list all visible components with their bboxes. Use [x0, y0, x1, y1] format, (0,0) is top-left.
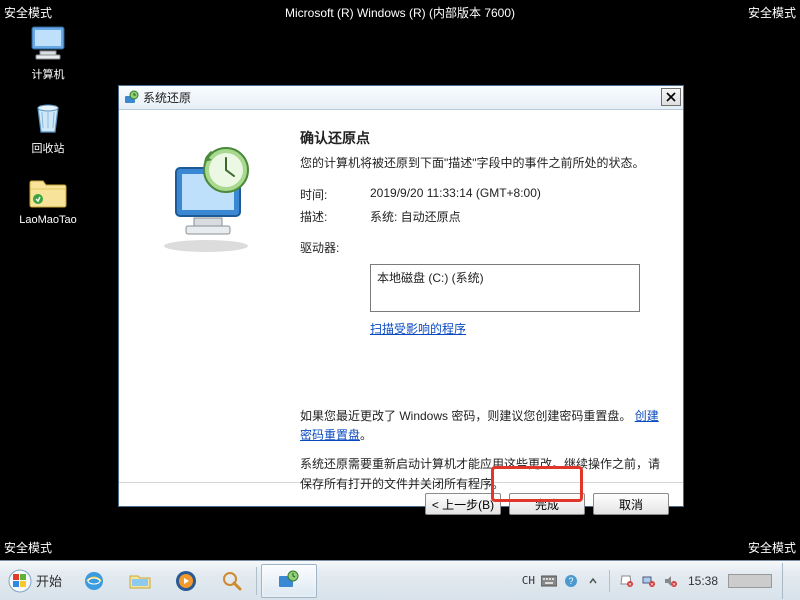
back-button[interactable]: < 上一步(B): [425, 493, 501, 515]
keyboard-icon[interactable]: [541, 573, 557, 589]
advice1-post: 。: [360, 428, 372, 442]
show-desktop-button[interactable]: [782, 563, 792, 599]
restore-icon: [123, 90, 139, 106]
system-restore-dialog: 系统还原: [118, 85, 684, 507]
scan-affected-link[interactable]: 扫描受影响的程序: [370, 320, 466, 337]
drives-row: 驱动器:: [300, 239, 665, 256]
desktop-icons: 计算机 回收站 LaoMaoTao: [12, 24, 84, 226]
recycle-icon: [24, 98, 72, 138]
date-placeholder: [728, 574, 772, 588]
start-label: 开始: [36, 571, 62, 590]
svg-text:✕: ✕: [628, 582, 632, 588]
volume-icon[interactable]: ✕: [662, 573, 678, 589]
desktop-icon-recycle[interactable]: 回收站: [12, 98, 84, 156]
desc-label: 描述:: [300, 208, 370, 225]
computer-icon: [24, 24, 72, 64]
safe-mode-tl: 安全模式: [4, 4, 52, 21]
desc-value: 系统: 自动还原点: [370, 208, 461, 225]
desktop-icon-laomaotao[interactable]: LaoMaoTao: [12, 172, 84, 226]
finish-button[interactable]: 完成: [509, 493, 585, 515]
tray-separator: [609, 570, 610, 592]
titlebar[interactable]: 系统还原: [119, 86, 683, 110]
time-label: 时间:: [300, 186, 370, 203]
drives-label: 驱动器:: [300, 239, 370, 256]
os-build-label: Microsoft (R) Windows (R) (内部版本 7600): [285, 4, 515, 21]
desktop-icon-label: 计算机: [32, 66, 65, 82]
network-icon[interactable]: ✕: [640, 573, 656, 589]
wizard-heading: 确认还原点: [300, 128, 665, 148]
magnifier-icon: [219, 568, 245, 594]
start-button[interactable]: 开始: [4, 565, 70, 597]
taskbar: 开始: [0, 560, 800, 600]
desktop: 安全模式 安全模式 安全模式 安全模式 Microsoft (R) Window…: [0, 0, 800, 600]
wizard-restore-icon: [146, 138, 266, 258]
desktop-icon-label: 回收站: [32, 140, 65, 156]
ie-icon: [81, 568, 107, 594]
taskbar-ie[interactable]: [72, 564, 116, 598]
ime-indicator[interactable]: CH: [522, 574, 535, 587]
desktop-icon-computer[interactable]: 计算机: [12, 24, 84, 82]
restore-time-row: 时间: 2019/9/20 11:33:14 (GMT+8:00): [300, 186, 665, 203]
action-center-icon[interactable]: ✕: [618, 573, 634, 589]
desktop-icon-label: LaoMaoTao: [19, 214, 77, 226]
wmp-icon: [173, 568, 199, 594]
close-button[interactable]: [661, 88, 681, 106]
clock[interactable]: 15:38: [688, 574, 718, 588]
wizard-subtitle: 您的计算机将被还原到下面"描述"字段中的事件之前所处的状态。: [300, 154, 665, 172]
folder-icon: [24, 172, 72, 212]
drive-item[interactable]: 本地磁盘 (C:) (系统): [377, 269, 633, 286]
restore-desc-row: 描述: 系统: 自动还原点: [300, 208, 665, 225]
chevron-up-icon[interactable]: [585, 573, 601, 589]
svg-text:?: ?: [568, 576, 573, 586]
svg-text:✕: ✕: [672, 582, 676, 588]
taskbar-media-player[interactable]: [164, 564, 208, 598]
cancel-button[interactable]: 取消: [593, 493, 669, 515]
advice2-text: 系统还原需要重新启动计算机才能应用这些更改。继续操作之前，请保存所有打开的文件并…: [300, 455, 665, 493]
dialog-title: 系统还原: [143, 89, 191, 106]
taskbar-magnifier[interactable]: [210, 564, 254, 598]
taskbar-separator: [256, 567, 257, 595]
safe-mode-tr: 安全模式: [748, 4, 796, 21]
time-value: 2019/9/20 11:33:14 (GMT+8:00): [370, 186, 541, 203]
dialog-body: 确认还原点 您的计算机将被还原到下面"描述"字段中的事件之前所处的状态。 时间:…: [119, 110, 683, 482]
system-tray: CH ? ✕ ✕ ✕ 15:38: [522, 563, 796, 599]
advice1-pre: 如果您最近更改了 Windows 密码，则建议您创建密码重置盘。: [300, 409, 631, 423]
restore-task-icon: [276, 570, 302, 592]
taskbar-explorer[interactable]: [118, 564, 162, 598]
close-icon: [666, 92, 676, 102]
drives-listbox[interactable]: 本地磁盘 (C:) (系统): [370, 264, 640, 312]
folder-icon: [127, 568, 153, 594]
advice-block: 如果您最近更改了 Windows 密码，则建议您创建密码重置盘。 创建密码重置盘…: [300, 407, 665, 494]
wizard-content-pane: 确认还原点 您的计算机将被还原到下面"描述"字段中的事件之前所处的状态。 时间:…: [292, 110, 683, 482]
wizard-graphic-pane: [119, 110, 292, 482]
svg-text:✕: ✕: [650, 582, 654, 588]
taskbar-running-restore[interactable]: [261, 564, 317, 598]
safe-mode-bl: 安全模式: [4, 539, 52, 556]
safe-mode-br: 安全模式: [748, 539, 796, 556]
windows-logo-icon: [8, 569, 32, 593]
help-icon[interactable]: ?: [563, 573, 579, 589]
